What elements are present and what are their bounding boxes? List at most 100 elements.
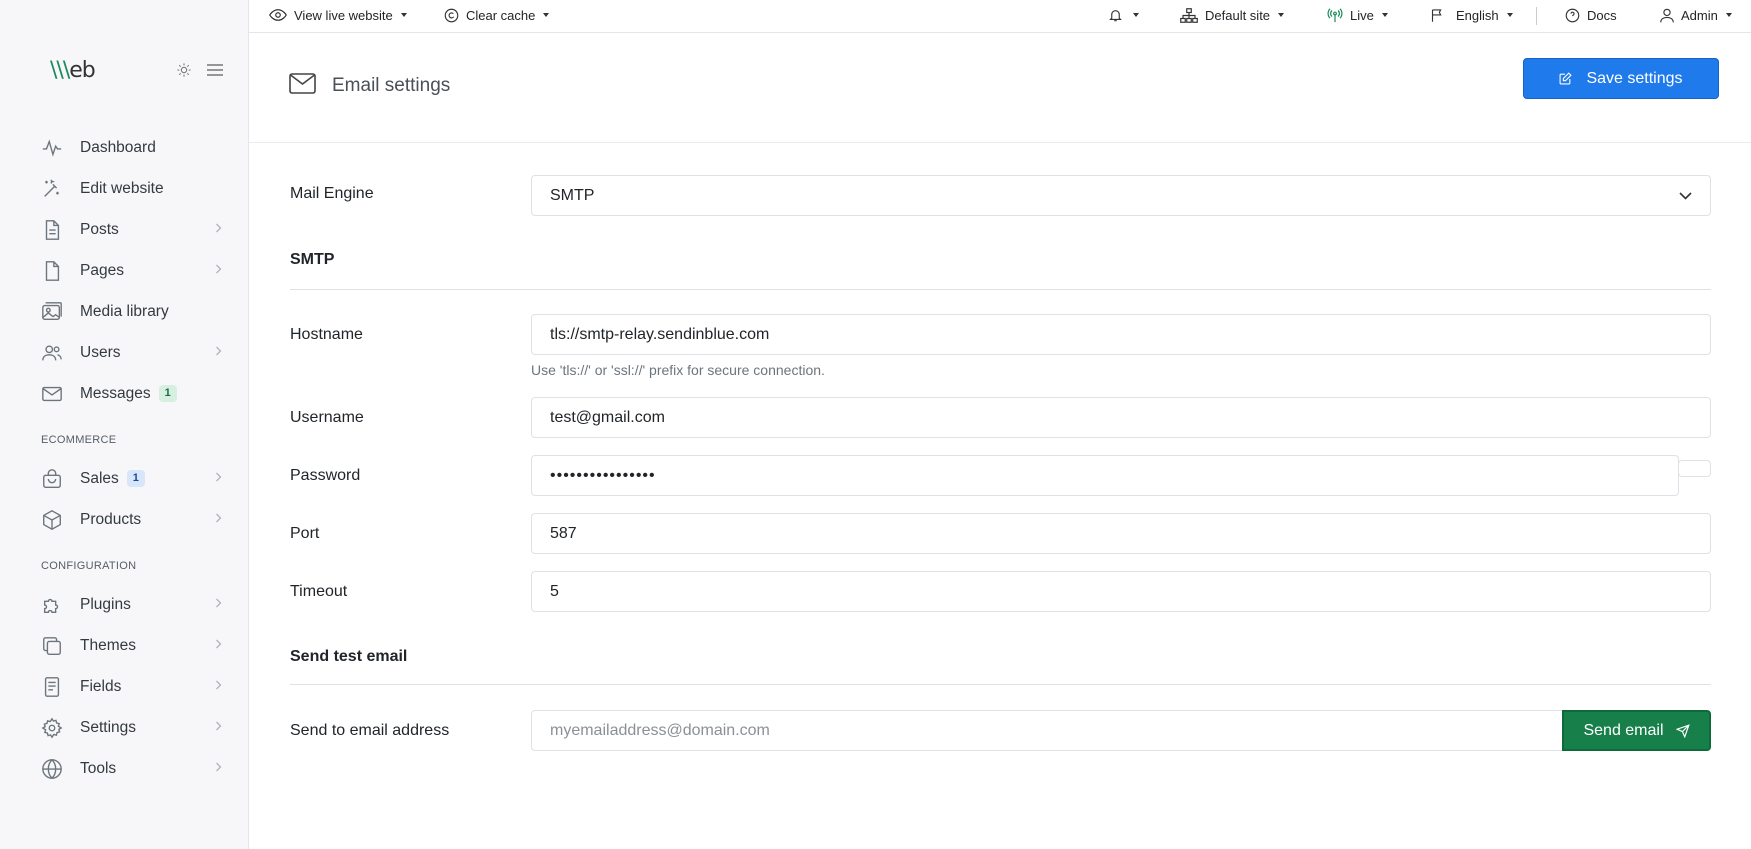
nav-heading-configuration: CONFIGURATION xyxy=(41,560,137,572)
divider xyxy=(290,289,1711,290)
user-menu-dropdown[interactable]: Admin xyxy=(1660,0,1732,30)
sidebar-item-tools[interactable]: Tools xyxy=(0,748,248,789)
caret-down-icon xyxy=(1725,13,1732,17)
view-live-label: View live website xyxy=(294,7,393,23)
mail-engine-value: SMTP xyxy=(550,186,595,204)
send-email-label: Send email xyxy=(1583,721,1664,739)
site-dropdown[interactable]: Default site xyxy=(1180,0,1285,30)
chevron-right-icon xyxy=(215,762,222,772)
chevron-right-icon xyxy=(215,264,222,274)
chevron-right-icon xyxy=(215,346,222,356)
theme-toggle-sun-icon[interactable] xyxy=(176,62,192,78)
sidebar-item-label: Plugins xyxy=(80,595,131,613)
sitemap-icon xyxy=(1180,7,1205,23)
sidebar-item-fields[interactable]: Fields xyxy=(0,666,248,707)
state-label: Live xyxy=(1350,7,1374,23)
divider xyxy=(290,684,1711,685)
globe-icon xyxy=(41,758,63,780)
user-icon xyxy=(1660,8,1681,23)
chevron-right-icon xyxy=(215,598,222,608)
language-label: English xyxy=(1456,7,1499,23)
chevron-down-icon xyxy=(1679,191,1692,200)
layers-icon xyxy=(41,635,63,657)
sidebar-item-pages[interactable]: Pages xyxy=(0,250,248,291)
file-icon xyxy=(41,260,63,282)
sidebar-item-products[interactable]: Products xyxy=(0,499,248,540)
save-settings-button[interactable]: Save settings xyxy=(1523,58,1719,99)
user-label: Admin xyxy=(1681,7,1718,23)
send-email-button[interactable]: Send email xyxy=(1562,710,1711,751)
sidebar-item-users[interactable]: Users xyxy=(0,332,248,373)
sidebar-item-sales[interactable]: Sales 1 xyxy=(0,458,248,499)
sidebar-item-label: Tools xyxy=(80,759,117,777)
sidebar-item-label: Users xyxy=(80,343,121,361)
menu-toggle-icon[interactable] xyxy=(206,63,224,77)
view-live-website-dropdown[interactable]: View live website xyxy=(269,0,407,30)
docs-link[interactable]: Docs xyxy=(1565,0,1617,30)
email-settings-form: Mail Engine SMTP SMTP Hostname Use 'tls:… xyxy=(249,143,1751,849)
sales-count-badge: 1 xyxy=(126,469,145,488)
caret-down-icon xyxy=(543,13,550,17)
messages-count-badge: 1 xyxy=(158,384,177,403)
magic-wand-icon xyxy=(41,178,63,200)
port-input[interactable] xyxy=(531,513,1711,554)
send-test-email-title: Send test email xyxy=(290,648,408,665)
sidebar-item-label: Media library xyxy=(80,302,169,320)
logo[interactable]: \\\eb xyxy=(50,57,96,83)
puzzle-icon xyxy=(41,594,63,616)
caret-down-icon xyxy=(1381,13,1388,17)
sidebar-item-label: Dashboard xyxy=(80,138,156,156)
images-icon xyxy=(41,301,63,323)
clear-cache-dropdown[interactable]: Clear cache xyxy=(444,0,550,30)
state-dropdown[interactable]: Live xyxy=(1327,0,1388,30)
logo-text: eb xyxy=(69,57,95,83)
broadcast-icon xyxy=(1327,7,1350,23)
username-input[interactable] xyxy=(531,397,1711,438)
sidebar-item-messages[interactable]: Messages 1 xyxy=(0,373,248,414)
timeout-input[interactable] xyxy=(531,571,1711,612)
hostname-input[interactable] xyxy=(531,314,1711,355)
nav-heading-ecommerce: ECOMMERCE xyxy=(41,434,117,446)
edit-icon xyxy=(1559,72,1586,85)
notifications-dropdown[interactable] xyxy=(1108,0,1139,30)
send-to-email-input[interactable] xyxy=(531,710,1564,751)
hostname-help-text: Use 'tls://' or 'ssl://' prefix for secu… xyxy=(531,362,825,378)
sidebar-item-settings[interactable]: Settings xyxy=(0,707,248,748)
help-circle-icon xyxy=(1565,8,1587,23)
send-to-email-label: Send to email address xyxy=(290,722,450,739)
mail-engine-select[interactable]: SMTP xyxy=(531,175,1711,216)
password-label: Password xyxy=(290,467,361,484)
clear-cache-label: Clear cache xyxy=(466,7,536,23)
password-visibility-toggle[interactable] xyxy=(1678,460,1711,477)
sidebar-item-label: Products xyxy=(80,510,142,528)
sidebar-item-edit-website[interactable]: Edit website xyxy=(0,168,248,209)
envelope-icon xyxy=(289,73,316,94)
sidebar-item-label: Settings xyxy=(80,718,137,736)
sidebar-item-plugins[interactable]: Plugins xyxy=(0,584,248,625)
page-title: Email settings xyxy=(332,75,451,96)
bell-icon xyxy=(1108,7,1130,23)
chevron-right-icon xyxy=(215,680,222,690)
username-label: Username xyxy=(290,409,364,426)
chevron-right-icon xyxy=(215,513,222,523)
smtp-section-title: SMTP xyxy=(290,251,335,268)
users-icon xyxy=(41,342,63,364)
password-input[interactable] xyxy=(531,455,1679,496)
document-icon xyxy=(41,219,63,241)
chevron-right-icon xyxy=(215,472,222,482)
sidebar-item-label: Posts xyxy=(80,220,119,238)
docs-label: Docs xyxy=(1587,7,1617,23)
sidebar-item-label: Sales xyxy=(80,469,119,487)
refresh-icon xyxy=(444,8,466,23)
chevron-right-icon xyxy=(215,639,222,649)
sidebar-item-themes[interactable]: Themes xyxy=(0,625,248,666)
flag-icon xyxy=(1430,8,1452,23)
shopping-bag-icon xyxy=(41,468,63,490)
page-header: Email settings Save settings xyxy=(249,33,1751,143)
port-label: Port xyxy=(290,525,320,542)
language-dropdown[interactable]: English xyxy=(1430,0,1513,30)
box-icon xyxy=(41,509,63,531)
sidebar-item-dashboard[interactable]: Dashboard xyxy=(0,127,248,168)
sidebar-item-posts[interactable]: Posts xyxy=(0,209,248,250)
sidebar-item-media-library[interactable]: Media library xyxy=(0,291,248,332)
